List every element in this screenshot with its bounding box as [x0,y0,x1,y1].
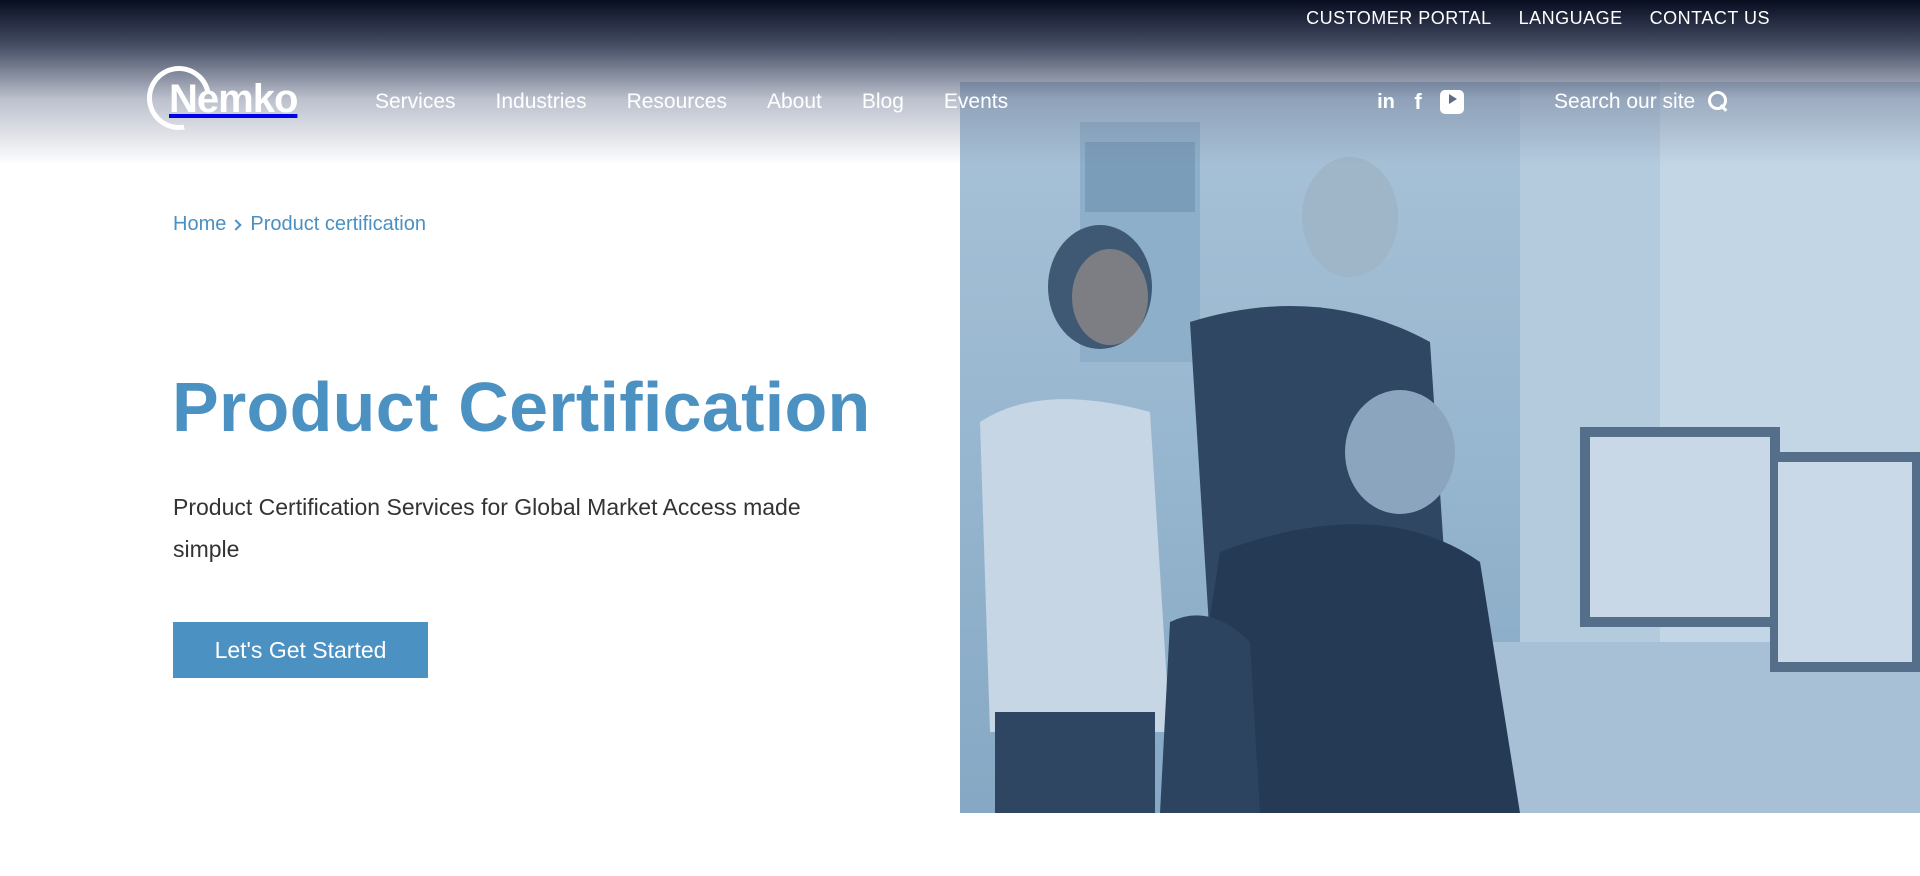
breadcrumb-current-link[interactable]: Product certification [250,213,426,236]
social-links: in f [1376,89,1464,114]
get-started-button[interactable]: Let's Get Started [173,622,428,678]
logo-text: Nemko [169,76,298,121]
youtube-icon[interactable] [1440,90,1464,114]
utility-nav: CUSTOMER PORTAL LANGUAGE CONTACT US [1306,8,1770,28]
breadcrumb: Home Product certification [173,213,426,236]
page-title: Product Certification [172,368,871,446]
search-label: Search our site [1554,90,1696,113]
search-icon[interactable] [1708,91,1728,113]
breadcrumb-home-link[interactable]: Home [173,213,226,236]
customer-portal-link[interactable]: CUSTOMER PORTAL [1306,8,1492,28]
nav-item-about[interactable]: About [767,90,822,114]
language-link[interactable]: LANGUAGE [1519,8,1623,28]
search-trigger[interactable]: Search our site [1554,90,1728,114]
hero-image [960,82,1920,813]
nav-item-services[interactable]: Services [375,90,456,114]
nav-item-events[interactable]: Events [944,90,1008,114]
main-nav: Services Industries Resources About Blog… [375,90,1008,114]
nav-item-blog[interactable]: Blog [862,90,904,114]
nemko-logo[interactable]: Nemko [134,53,298,143]
linkedin-icon[interactable]: in [1376,90,1396,114]
nav-item-industries[interactable]: Industries [496,90,587,114]
facebook-icon[interactable]: f [1411,89,1425,114]
chevron-right-icon [230,218,243,231]
contact-us-link[interactable]: CONTACT US [1650,8,1770,28]
page: CUSTOMER PORTAL LANGUAGE CONTACT US Nemk… [0,0,1920,876]
office-scene-illustration [980,82,1920,813]
page-subtitle: Product Certification Services for Globa… [173,494,801,562]
nav-item-resources[interactable]: Resources [627,90,727,114]
